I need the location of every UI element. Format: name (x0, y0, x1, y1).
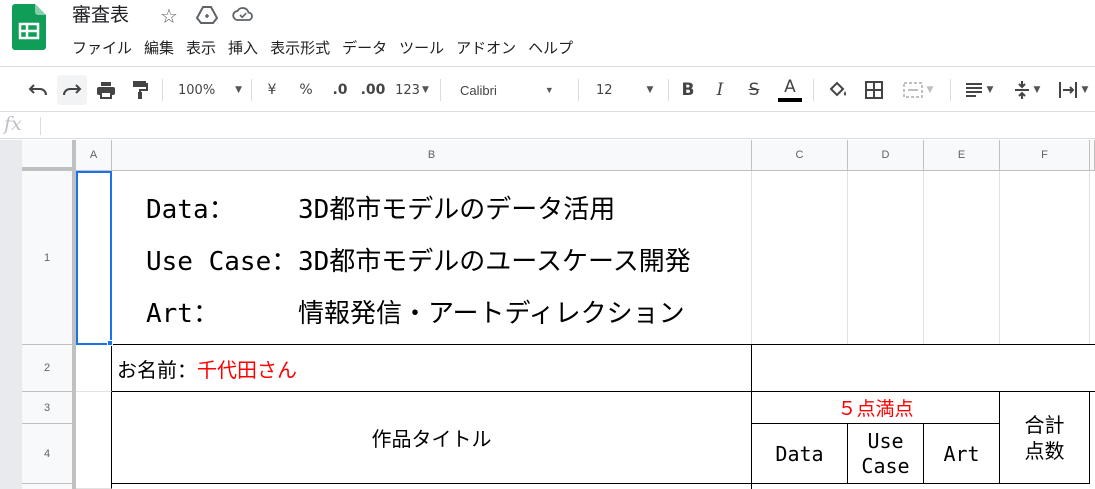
cell-b2[interactable]: お名前： 千代田さん (112, 345, 752, 392)
category-art-value: 情報発信・アートディレクション (298, 299, 685, 329)
cell-d1[interactable] (848, 171, 924, 345)
decrease-decimal-button[interactable]: .0 (326, 75, 354, 105)
name-label: お名前： (117, 357, 197, 382)
category-data: Data： 3D都市モデルのデータ活用 (146, 184, 691, 236)
column-header-d[interactable]: D (848, 140, 924, 171)
cloud-saved-icon[interactable] (232, 6, 254, 26)
cell-e1[interactable] (924, 171, 1000, 345)
spreadsheet-grid: A B C D E F 1 2 3 4 Data： 3D都市モデルのデータ活用 … (0, 140, 1095, 489)
column-header-f[interactable]: F (1000, 140, 1090, 171)
category-data-value: 3D都市モデルのデータ活用 (298, 195, 616, 225)
move-to-drive-icon[interactable] (195, 6, 219, 28)
column-header-a[interactable]: A (76, 140, 112, 171)
menu-bar: ファイル 編集 表示 挿入 表示形式 データ ツール アドオン ヘルプ (66, 37, 579, 61)
row-header-1[interactable]: 1 (22, 171, 76, 345)
cell-c2-f2-merged[interactable] (752, 345, 1095, 392)
menu-data[interactable]: データ (336, 37, 393, 61)
align-left-icon[interactable]: ▼ (958, 75, 1000, 105)
increase-decimal-button[interactable]: .00 (358, 75, 388, 105)
undo-icon[interactable] (24, 75, 52, 105)
currency-format-button[interactable]: ¥ (260, 75, 284, 105)
column-header-b[interactable]: B (112, 140, 752, 171)
formula-input[interactable] (48, 113, 1088, 138)
total-score-line2: 点数 (1024, 438, 1065, 463)
redo-icon[interactable] (57, 75, 87, 105)
menu-edit[interactable]: 編集 (138, 37, 180, 61)
usecase-line2: Case (861, 453, 910, 478)
score-header-cell[interactable]: ５点満点 (752, 392, 1000, 424)
column-header-g[interactable] (1090, 140, 1095, 171)
category-descriptions: Data： 3D都市モデルのデータ活用 Use Case： 3D都市モデルのユー… (146, 184, 691, 340)
column-header-e[interactable]: E (924, 140, 1000, 171)
category-usecase: Use Case： 3D都市モデルのユースケース開発 (146, 236, 691, 288)
category-usecase-key: Use Case： (146, 247, 298, 277)
fill-color-icon[interactable] (824, 75, 852, 105)
menu-tools[interactable]: ツール (393, 37, 450, 61)
category-data-key: Data： (146, 195, 235, 225)
category-art-key: Art： (146, 299, 219, 329)
row-header-gutter (0, 140, 22, 489)
vertical-align-icon[interactable]: ▼ (1006, 75, 1048, 105)
column-header-c[interactable]: C (752, 140, 848, 171)
print-icon[interactable] (92, 75, 120, 105)
cell-b5[interactable] (112, 484, 752, 489)
category-usecase-value: 3D都市モデルのユースケース開発 (298, 247, 691, 277)
fill-handle[interactable] (107, 340, 113, 346)
font-family-select[interactable]: Calibri ▼ (452, 75, 572, 105)
data-score-header-cell[interactable]: Data (752, 424, 848, 484)
row-header-5[interactable] (22, 484, 76, 489)
row-header-4[interactable]: 4 (22, 424, 76, 484)
toolbar: 100% ▼ ¥ % .0 .00 123 ▼ Calibri ▼ 12 ▼ B I S… (0, 66, 1095, 112)
bold-button[interactable]: B (676, 75, 700, 105)
title-header-cell[interactable]: 作品タイトル (112, 392, 752, 484)
category-art: Art： 情報発信・アートディレクション (146, 288, 691, 340)
percent-format-button[interactable]: % (294, 75, 318, 105)
zoom-select[interactable]: 100% ▼ (172, 75, 244, 105)
sheets-logo-icon[interactable] (12, 4, 46, 50)
borders-icon[interactable] (860, 75, 888, 105)
usecase-line1: Use (867, 428, 904, 453)
total-score-header-cell[interactable]: 合計 点数 (1000, 392, 1090, 484)
text-color-button[interactable]: A (776, 75, 804, 105)
strikethrough-button[interactable]: S (742, 75, 766, 105)
menu-format[interactable]: 表示形式 (264, 37, 336, 61)
cell-a2[interactable] (76, 345, 112, 392)
menu-view[interactable]: 表示 (180, 37, 222, 61)
menu-file[interactable]: ファイル (66, 37, 138, 61)
document-title[interactable]: 審査表 (72, 0, 129, 27)
italic-button[interactable]: I (708, 75, 732, 105)
formula-separator (40, 117, 41, 135)
font-size-select[interactable]: 12 ▼ (588, 75, 662, 105)
menu-help[interactable]: ヘルプ (522, 37, 579, 61)
cell-f1[interactable] (1000, 171, 1090, 345)
formula-bar: fx (0, 113, 1095, 139)
text-color-swatch (778, 98, 802, 102)
active-cell-selection (76, 171, 112, 345)
name-value: 千代田さん (197, 357, 297, 382)
fx-icon: fx (4, 113, 22, 135)
paint-format-icon[interactable] (126, 75, 154, 105)
usecase-score-header-cell[interactable]: Use Case (848, 424, 924, 484)
cell-c1[interactable] (752, 171, 848, 345)
star-icon[interactable]: ☆ (160, 4, 178, 28)
art-score-header-cell[interactable]: Art (924, 424, 1000, 484)
number-format-select[interactable]: 123 ▼ (392, 75, 432, 105)
row-header-3[interactable]: 3 (22, 392, 76, 424)
merge-cells-icon[interactable]: ▼ (894, 75, 942, 105)
text-wrap-icon[interactable]: ▼ (1052, 75, 1094, 105)
menu-insert[interactable]: 挿入 (222, 37, 264, 61)
cell-a3[interactable] (76, 392, 112, 489)
row-header-2[interactable]: 2 (22, 345, 76, 392)
total-score-line1: 合計 (1024, 412, 1065, 437)
menu-addons[interactable]: アドオン (450, 37, 522, 61)
